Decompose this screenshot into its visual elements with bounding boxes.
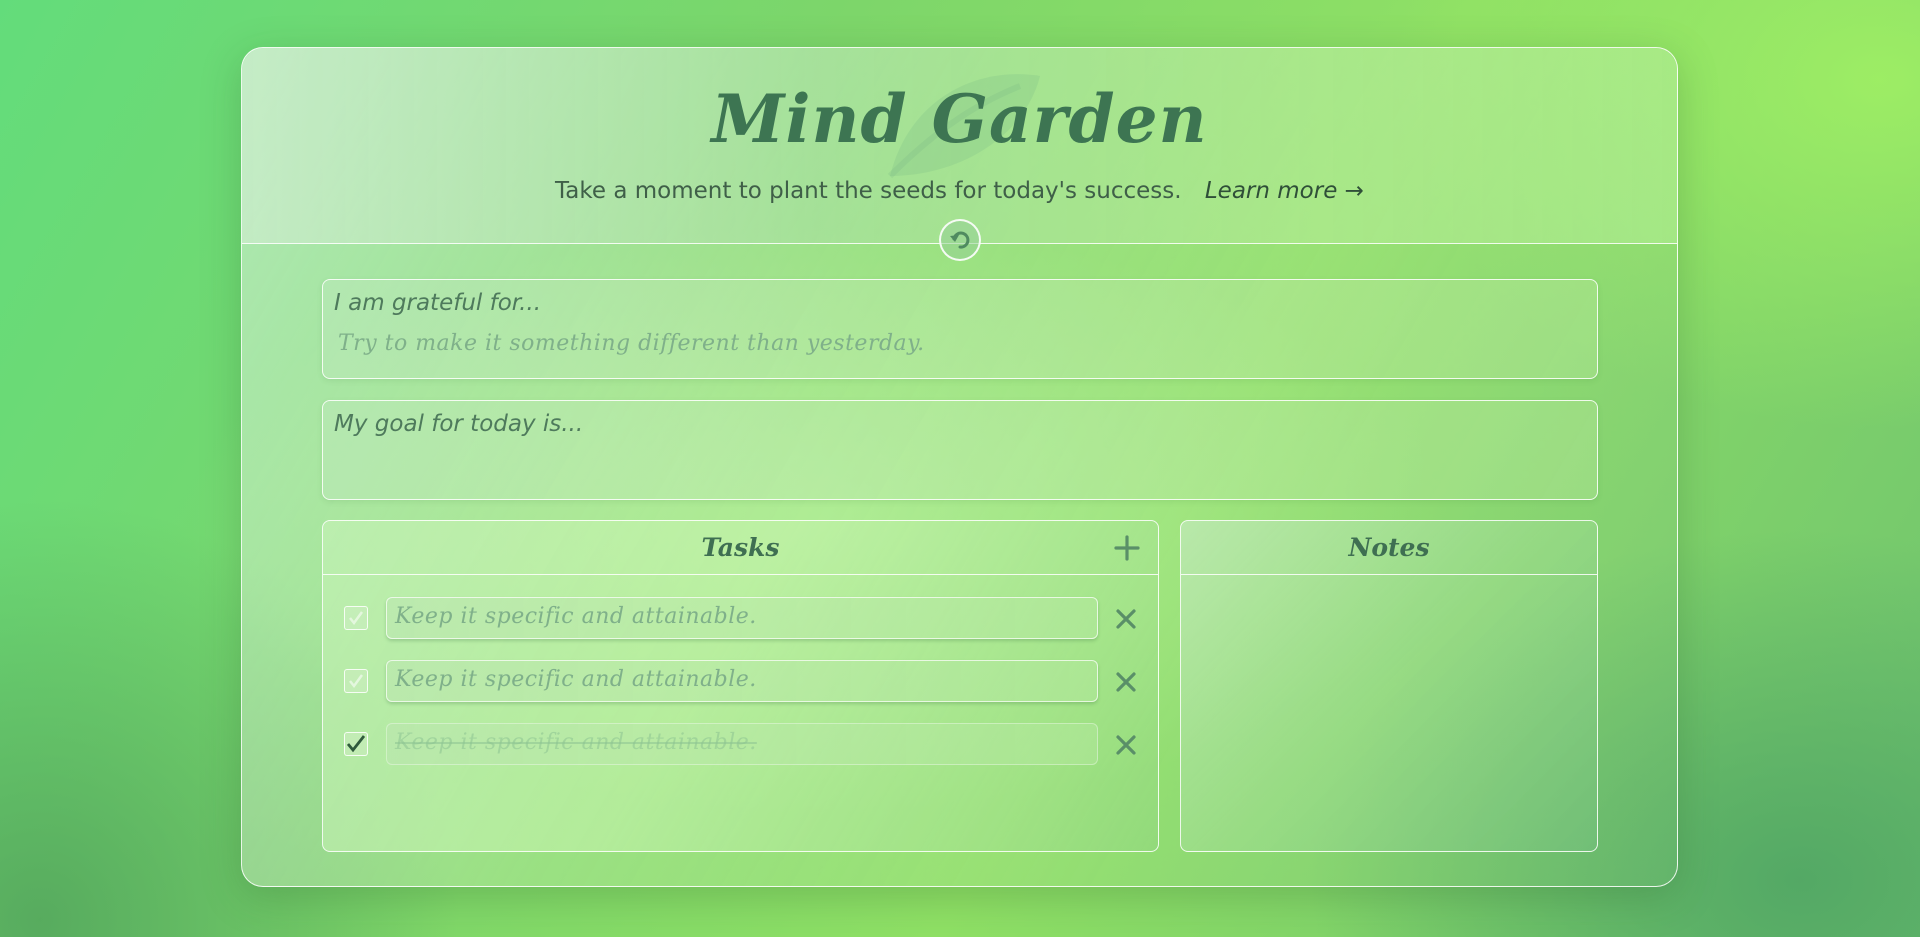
header: Mind Garden Take a moment to plant the s… (242, 48, 1677, 261)
tasks-panel: Tasks Keep it specific and attainable. K… (322, 520, 1159, 852)
delete-task-button[interactable] (1112, 605, 1140, 633)
task-row: Keep it specific and attainable. (323, 597, 1158, 641)
checkmark-icon (349, 674, 364, 689)
task-input[interactable]: Keep it specific and attainable. (386, 660, 1098, 702)
x-icon (1116, 672, 1136, 692)
notes-textarea[interactable] (1181, 575, 1597, 851)
goal-label: My goal for today is... (334, 411, 584, 437)
plus-icon (1114, 535, 1140, 561)
task-checkbox[interactable] (344, 606, 368, 630)
learn-more-link[interactable]: Learn more → (1205, 178, 1364, 204)
goal-field[interactable]: My goal for today is... (322, 400, 1598, 500)
task-row: Keep it specific and attainable. (323, 723, 1158, 767)
add-task-button[interactable] (1110, 531, 1144, 565)
task-input[interactable]: Keep it specific and attainable. (386, 597, 1098, 639)
gratitude-label: I am grateful for... (334, 290, 542, 316)
subtitle-text: Take a moment to plant the seeds for tod… (555, 178, 1182, 204)
mind-garden-card: Mind Garden Take a moment to plant the s… (241, 47, 1678, 887)
notes-header: Notes (1181, 521, 1597, 575)
tasks-header: Tasks (323, 521, 1158, 575)
undo-icon (950, 231, 970, 249)
tasks-title: Tasks (701, 533, 780, 562)
task-checkbox-checked[interactable] (344, 732, 368, 756)
gratitude-field[interactable]: I am grateful for... Try to make it some… (322, 279, 1598, 379)
checkmark-icon (349, 611, 364, 626)
gratitude-placeholder: Try to make it something different than … (338, 331, 925, 356)
checkmark-icon (346, 735, 366, 753)
page-title: Mind Garden (711, 80, 1208, 158)
delete-task-button[interactable] (1112, 668, 1140, 696)
task-input-completed[interactable]: Keep it specific and attainable. (386, 723, 1098, 765)
reset-button[interactable] (939, 219, 981, 261)
task-row: Keep it specific and attainable. (323, 660, 1158, 704)
x-icon (1116, 735, 1136, 755)
subtitle-row: Take a moment to plant the seeds for tod… (242, 178, 1677, 204)
task-checkbox[interactable] (344, 669, 368, 693)
notes-title: Notes (1348, 533, 1430, 562)
delete-task-button[interactable] (1112, 731, 1140, 759)
notes-panel: Notes (1180, 520, 1598, 852)
x-icon (1116, 609, 1136, 629)
